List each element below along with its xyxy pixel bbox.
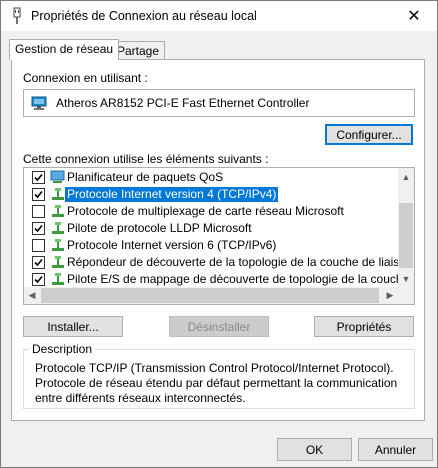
protocol-icon bbox=[50, 187, 66, 202]
scrollbar-corner bbox=[398, 287, 414, 304]
protocol-icon bbox=[50, 255, 66, 270]
properties-button[interactable]: Propriétés bbox=[314, 316, 414, 337]
list-item[interactable]: Protocole Internet version 6 (TCP/IPv6) bbox=[24, 237, 396, 254]
checkbox[interactable] bbox=[32, 205, 45, 218]
list-item[interactable]: Planificateur de paquets QoS bbox=[24, 169, 396, 186]
list-item[interactable]: Répondeur de découverte de la topologie … bbox=[24, 254, 413, 271]
close-button[interactable]: ✕ bbox=[391, 1, 437, 31]
list-item[interactable]: Pilote de protocole LLDP Microsoft bbox=[24, 220, 396, 237]
tab-partage[interactable]: Partage bbox=[111, 41, 166, 59]
scroll-left-icon[interactable]: ◀ bbox=[24, 287, 40, 304]
checkbox[interactable] bbox=[32, 222, 45, 235]
configure-button[interactable]: Configurer... bbox=[325, 124, 413, 145]
checkbox[interactable] bbox=[32, 188, 45, 201]
monitor-icon bbox=[31, 96, 47, 111]
item-label: Pilote E/S de mappage de découverte de t… bbox=[67, 272, 414, 286]
window-title: Propriétés de Connexion au réseau local bbox=[31, 9, 257, 23]
item-label: Protocole Internet version 4 (TCP/IPv4) bbox=[65, 187, 279, 202]
checkbox[interactable] bbox=[32, 239, 45, 252]
checkbox[interactable] bbox=[32, 256, 45, 269]
scroll-right-icon[interactable]: ▶ bbox=[382, 287, 398, 304]
network-adapter-icon bbox=[9, 7, 25, 25]
cancel-button[interactable]: Annuler bbox=[358, 438, 433, 461]
tab-gestion-de-reseau[interactable]: Gestion de réseau bbox=[9, 39, 120, 60]
adapter-field: Atheros AR8152 PCI-E Fast Ethernet Contr… bbox=[23, 89, 415, 117]
adapter-name: Atheros AR8152 PCI-E Fast Ethernet Contr… bbox=[56, 96, 310, 110]
item-label: Pilote de protocole LLDP Microsoft bbox=[67, 221, 252, 235]
protocol-icon bbox=[50, 204, 66, 219]
scroll-down-icon[interactable]: ▼ bbox=[398, 270, 414, 287]
title-bar[interactable]: Propriétés de Connexion au réseau local … bbox=[1, 1, 437, 31]
scroll-up-icon[interactable]: ▲ bbox=[398, 168, 414, 185]
protocol-icon bbox=[50, 272, 66, 287]
install-button[interactable]: Installer... bbox=[23, 316, 123, 337]
description-text: Protocole TCP/IP (Transmission Control P… bbox=[35, 361, 398, 405]
vertical-scrollbar[interactable]: ▲ ▼ bbox=[398, 168, 414, 287]
qos-icon bbox=[50, 170, 66, 185]
horizontal-scroll-thumb[interactable] bbox=[41, 288, 379, 303]
item-label: Protocole de multiplexage de carte résea… bbox=[67, 204, 344, 218]
item-label: Protocole Internet version 6 (TCP/IPv6) bbox=[67, 238, 277, 252]
item-label: Planificateur de paquets QoS bbox=[67, 170, 224, 184]
protocol-icon bbox=[50, 238, 66, 253]
description-title: Description bbox=[29, 342, 96, 356]
vertical-scroll-thumb[interactable] bbox=[399, 203, 413, 268]
item-label: Répondeur de découverte de la topologie … bbox=[67, 255, 413, 269]
horizontal-scrollbar[interactable]: ◀ ▶ bbox=[24, 287, 398, 304]
list-item[interactable]: Protocole de multiplexage de carte résea… bbox=[24, 203, 396, 220]
protocol-icon bbox=[50, 221, 66, 236]
list-item[interactable]: Pilote E/S de mappage de découverte de t… bbox=[24, 271, 414, 288]
items-label: Cette connexion utilise les éléments sui… bbox=[23, 152, 269, 166]
uninstall-button[interactable]: Désinstaller bbox=[169, 316, 269, 337]
checkbox[interactable] bbox=[32, 171, 45, 184]
connection-label: Connexion en utilisant : bbox=[23, 71, 148, 85]
properties-dialog: Propriétés de Connexion au réseau local … bbox=[0, 0, 438, 468]
list-item[interactable]: Protocole Internet version 4 (TCP/IPv4) bbox=[24, 186, 396, 203]
ok-button[interactable]: OK bbox=[277, 438, 352, 461]
components-list[interactable]: Planificateur de paquets QoS Protocole I… bbox=[23, 167, 415, 305]
checkbox[interactable] bbox=[32, 273, 45, 286]
